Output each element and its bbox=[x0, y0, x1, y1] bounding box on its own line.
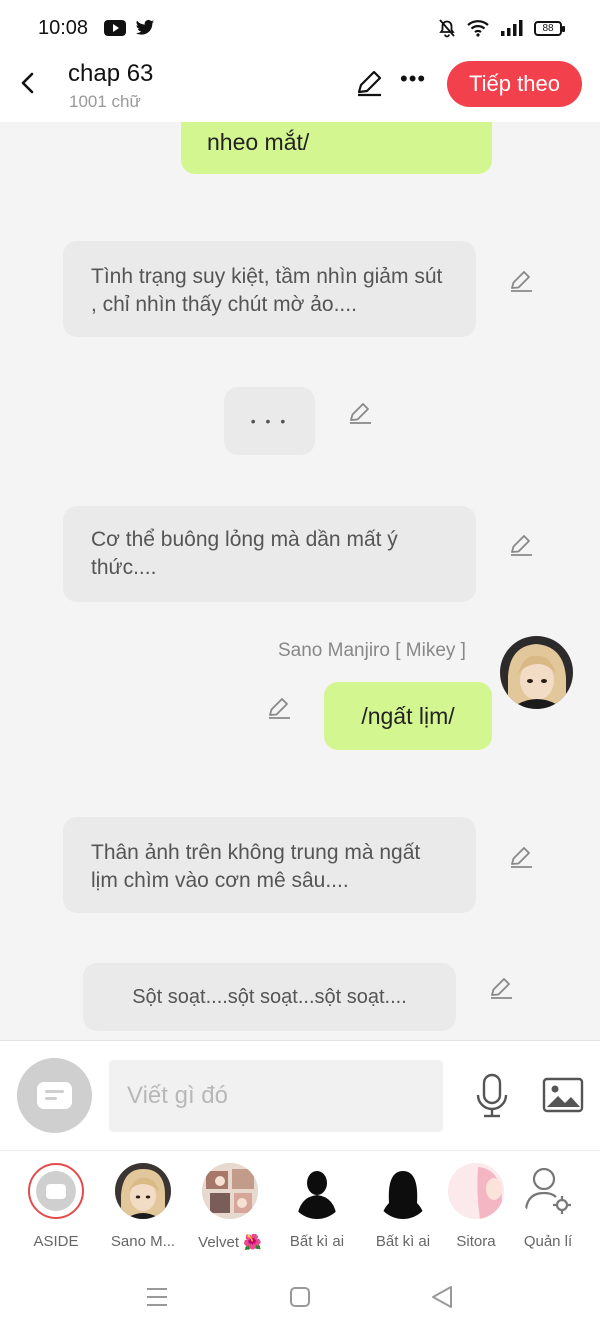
edit-pencil-icon[interactable] bbox=[354, 68, 384, 98]
message-input[interactable] bbox=[109, 1060, 443, 1132]
message-bubble[interactable]: Thân ảnh trên không trung mà ngất lịm ch… bbox=[63, 817, 476, 913]
message-text: Cơ thể buông lỏng mà dần mất ý thức.... bbox=[91, 528, 398, 579]
signal-icon bbox=[501, 20, 523, 36]
wifi-icon bbox=[467, 20, 489, 37]
more-options-icon[interactable]: ••• bbox=[400, 66, 426, 92]
aside-avatar bbox=[28, 1163, 84, 1219]
home-icon[interactable] bbox=[288, 1285, 312, 1309]
avatar bbox=[448, 1163, 504, 1219]
character-label: Velvet 🌺 bbox=[198, 1234, 262, 1251]
battery-indicator: 88 bbox=[534, 20, 565, 36]
system-nav-bar bbox=[0, 1260, 600, 1333]
message-bubble[interactable]: Cơ thể buông lỏng mà dần mất ý thức.... bbox=[63, 506, 476, 602]
status-time: 10:08 bbox=[38, 17, 89, 39]
back-arrow-icon[interactable] bbox=[14, 68, 44, 98]
edit-pencil-icon[interactable] bbox=[347, 400, 373, 426]
next-chapter-button[interactable]: Tiếp theo bbox=[447, 61, 582, 107]
typing-bubble[interactable]: • • • bbox=[224, 387, 315, 455]
avatar bbox=[202, 1163, 258, 1219]
character-label: Bất kì ai bbox=[289, 1233, 345, 1250]
input-bar bbox=[0, 1040, 600, 1150]
manage-characters-button[interactable]: Quản lí bbox=[505, 1163, 591, 1250]
speaker-name: Sano Manjiro [ Mikey ] bbox=[278, 640, 466, 661]
manage-user-icon bbox=[520, 1163, 576, 1219]
youtube-icon bbox=[104, 20, 126, 36]
character-sano[interactable]: Sano M... bbox=[100, 1163, 186, 1250]
message-text: • • • bbox=[250, 413, 289, 429]
message-text: Thân ảnh trên không trung mà ngất lịm ch… bbox=[91, 841, 421, 892]
chapter-title: chap 63 bbox=[68, 60, 154, 87]
avatar[interactable] bbox=[500, 636, 573, 709]
message-bubble[interactable]: /ngất lịm/ bbox=[324, 682, 492, 750]
header: chap 63 1001 chữ ••• Tiếp theo bbox=[0, 56, 600, 122]
edit-pencil-icon[interactable] bbox=[508, 844, 534, 870]
avatar bbox=[115, 1163, 171, 1219]
menu-icon[interactable] bbox=[145, 1286, 169, 1308]
character-bar: ASIDE Sano M... Velvet 🌺 Bất kì ai Bất k… bbox=[0, 1150, 600, 1260]
message-text: Tình trạng suy kiệt, tầm nhìn giảm sút ,… bbox=[91, 265, 443, 316]
avatar bbox=[289, 1163, 345, 1219]
character-label: ASIDE bbox=[33, 1233, 79, 1250]
character-label: Sano M... bbox=[110, 1233, 176, 1250]
chat-bubble-icon bbox=[37, 1082, 72, 1109]
aside-toggle-button[interactable] bbox=[17, 1058, 92, 1133]
word-count: 1001 chữ bbox=[69, 92, 141, 111]
message-text: Sột soạt....sột soạt...sột soạt.... bbox=[132, 986, 407, 1008]
back-icon[interactable] bbox=[430, 1284, 454, 1310]
bell-off-icon bbox=[439, 19, 455, 38]
chat-area[interactable]: nheo mắt/ Tình trạng suy kiệt, tầm nhìn … bbox=[0, 122, 600, 1040]
edit-pencil-icon[interactable] bbox=[508, 268, 534, 294]
microphone-icon[interactable] bbox=[474, 1073, 510, 1119]
edit-pencil-icon[interactable] bbox=[508, 532, 534, 558]
twitter-icon bbox=[135, 19, 155, 35]
edit-pencil-icon[interactable] bbox=[488, 975, 514, 1001]
message-bubble[interactable]: Sột soạt....sột soạt...sột soạt.... bbox=[83, 963, 456, 1031]
character-velvet[interactable]: Velvet 🌺 bbox=[187, 1163, 273, 1251]
message-text: nheo mắt/ bbox=[207, 129, 310, 155]
status-bar: 10:08 88 bbox=[0, 0, 600, 56]
message-bubble[interactable]: Tình trạng suy kiệt, tầm nhìn giảm sút ,… bbox=[63, 241, 476, 337]
character-label: Quản lí bbox=[523, 1233, 573, 1250]
image-icon[interactable] bbox=[542, 1077, 584, 1113]
edit-pencil-icon[interactable] bbox=[266, 695, 292, 721]
message-bubble[interactable]: nheo mắt/ bbox=[181, 122, 492, 174]
character-aside[interactable]: ASIDE bbox=[13, 1163, 99, 1250]
avatar bbox=[375, 1163, 431, 1219]
message-text: /ngất lịm/ bbox=[361, 703, 455, 729]
character-anyone-1[interactable]: Bất kì ai bbox=[274, 1163, 360, 1250]
